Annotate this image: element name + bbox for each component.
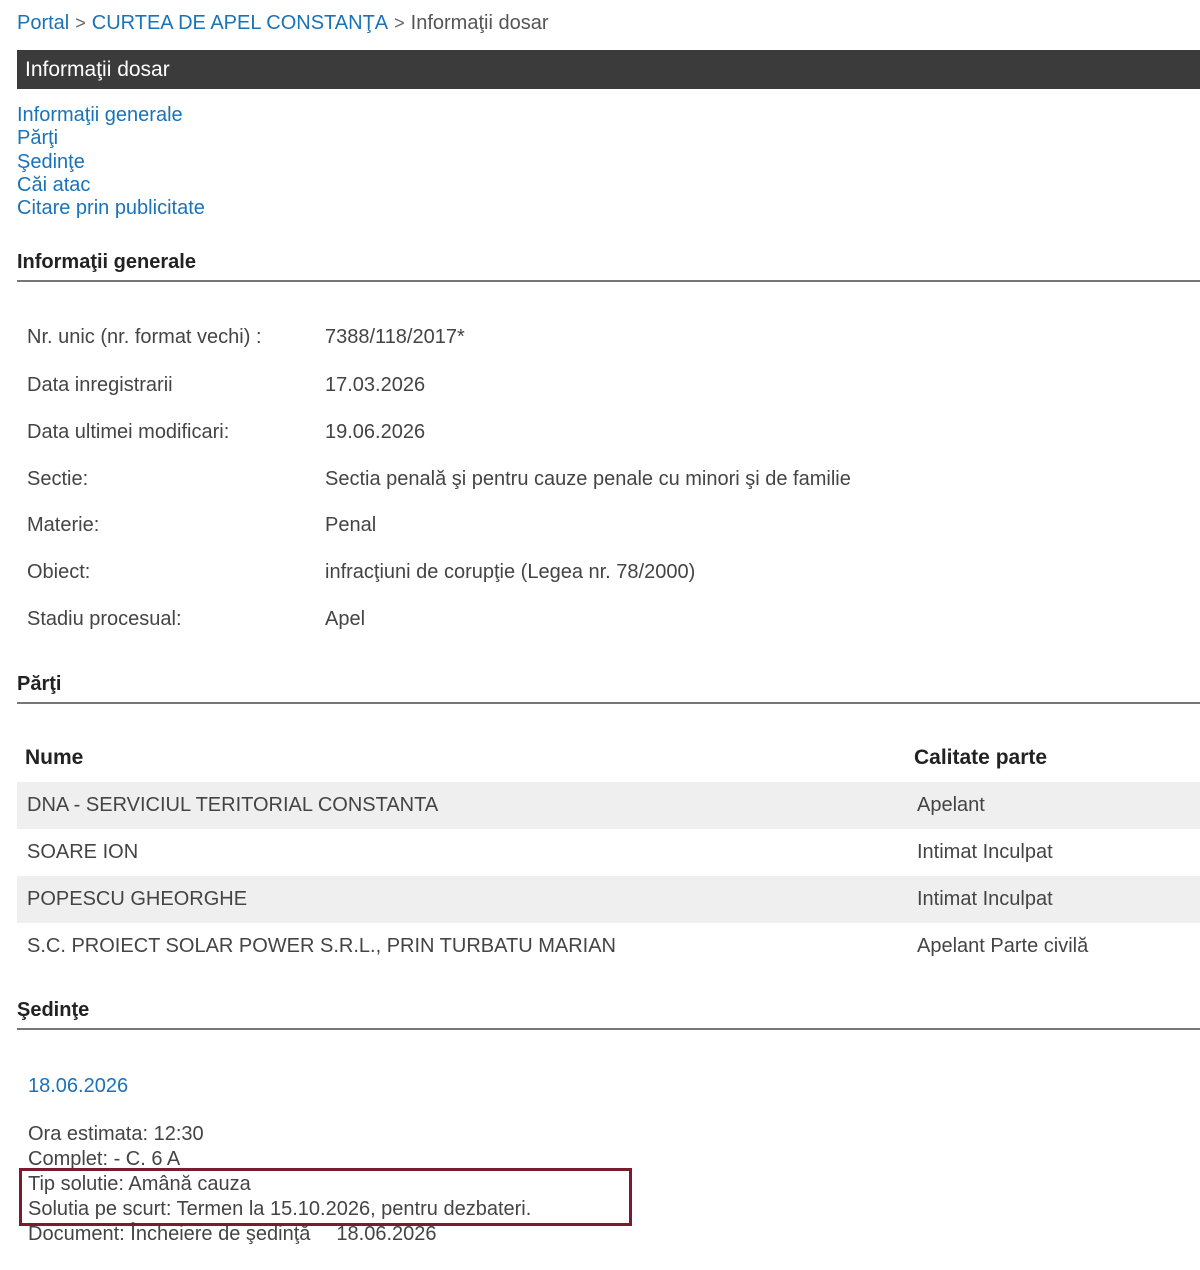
column-header-role: Calitate parte [914, 746, 1048, 769]
section-title-hearings: Şedinţe [17, 999, 1200, 1030]
nav-link-general-info[interactable]: Informaţii generale [17, 104, 205, 127]
nav-link-appeals[interactable]: Căi atac [17, 174, 205, 197]
breadcrumb-separator: > [394, 13, 405, 33]
info-label: Obiect: [27, 561, 91, 583]
parties-table: Nume Calitate parte DNA - SERVICIUL TERI… [17, 736, 1200, 970]
hearing-time: Ora estimata: 12:30 [28, 1123, 204, 1145]
table-row: POPESCU GHEORGHE Intimat Inculpat [17, 876, 1200, 923]
table-header-row: Nume Calitate parte [17, 736, 1200, 782]
nav-link-public-summons[interactable]: Citare prin publicitate [17, 197, 205, 220]
breadcrumb-court-link[interactable]: CURTEA DE APEL CONSTANŢA [92, 12, 388, 34]
party-role: Apelant Parte civilă [917, 935, 1089, 957]
info-label: Data inregistrarii [27, 374, 173, 396]
nav-link-parties[interactable]: Părţi [17, 127, 205, 150]
section-nav: Informaţii generale Părţi Şedinţe Căi at… [17, 104, 205, 220]
breadcrumb-portal-link[interactable]: Portal [17, 12, 69, 34]
section-title-general-info: Informaţii generale [17, 251, 1200, 282]
column-header-name: Nume [25, 746, 84, 769]
info-value: Apel [325, 608, 366, 630]
info-label: Stadiu procesual: [27, 608, 182, 630]
info-value: 19.06.2026 [325, 421, 426, 443]
table-row: S.C. PROIECT SOLAR POWER S.R.L., PRIN TU… [17, 923, 1200, 970]
info-value: infracţiuni de corupţie (Legea nr. 78/20… [325, 561, 696, 583]
highlight-box [19, 1168, 632, 1226]
party-role: Intimat Inculpat [917, 841, 1053, 863]
party-name: S.C. PROIECT SOLAR POWER S.R.L., PRIN TU… [27, 935, 616, 957]
hearing-date-link[interactable]: 18.06.2026 [28, 1075, 128, 1098]
info-value: Penal [325, 514, 377, 536]
hearing-document-date: 18.06.2026 [336, 1223, 437, 1245]
breadcrumb-separator: > [75, 13, 86, 33]
party-name: DNA - SERVICIUL TERITORIAL CONSTANTA [27, 794, 439, 816]
table-row: SOARE ION Intimat Inculpat [17, 829, 1200, 876]
party-role: Intimat Inculpat [917, 888, 1053, 910]
page-title: Informaţii dosar [17, 50, 1200, 89]
party-name: POPESCU GHEORGHE [27, 888, 248, 910]
info-value: Sectia penală şi pentru cauze penale cu … [325, 468, 851, 490]
info-value: 17.03.2026 [325, 374, 426, 396]
info-label: Materie: [27, 514, 100, 536]
section-title-parties: Părţi [17, 673, 1200, 704]
info-label: Data ultimei modificari: [27, 421, 230, 443]
breadcrumb: Portal > CURTEA DE APEL CONSTANŢA > Informaţ… [17, 10, 549, 36]
info-label: Nr. unic (nr. format vechi) : [27, 326, 262, 348]
info-value: 7388/118/2017* [325, 326, 465, 348]
breadcrumb-current: Informaţii dosar [410, 12, 549, 34]
table-row: DNA - SERVICIUL TERITORIAL CONSTANTA Ape… [17, 782, 1200, 829]
party-name: SOARE ION [27, 841, 139, 863]
party-role: Apelant [917, 794, 985, 816]
info-label: Sectie: [27, 468, 89, 490]
hearing-document-name: Document: Încheiere de şedinţă [28, 1223, 311, 1245]
nav-link-hearings[interactable]: Şedinţe [17, 151, 205, 174]
